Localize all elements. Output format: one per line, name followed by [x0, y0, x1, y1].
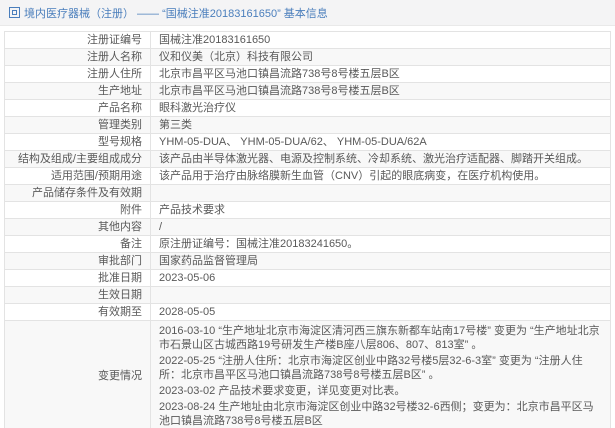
row-label: 适用范围/预期用途 — [4, 167, 151, 185]
row-value: 北京市昌平区马池口镇昌流路738号8号楼五层B区 — [150, 65, 611, 83]
change-history-line: 2016-03-10 “生产地址北京市海淀区清河西三旗东新都车站南17号楼” 变… — [159, 325, 600, 351]
row-label: 其他内容 — [4, 218, 151, 236]
row-label: 备注 — [4, 235, 151, 253]
table-row: 型号规格 YHM-05-DUA、 YHM-05-DUA/62、 YHM-05-D… — [4, 133, 611, 151]
table-row: 附件 产品技术要求 — [4, 201, 611, 219]
row-label: 结构及组成/主要组成成分 — [4, 150, 151, 168]
table-row: 产品名称 眼科激光治疗仪 — [4, 99, 611, 117]
table-row: 产品储存条件及有效期 — [4, 184, 611, 202]
table-row: 注册人住所 北京市昌平区马池口镇昌流路738号8号楼五层B区 — [4, 65, 611, 83]
row-value: 北京市昌平区马池口镇昌流路738号8号楼五层B区 — [150, 82, 611, 100]
row-label: 变更情况 — [4, 320, 151, 428]
title-bar: 境内医疗器械（注册） —— “国械注准20183161650” 基本信息 — [0, 0, 615, 26]
row-value: 原注册证编号：国械注准20183241650。 — [150, 235, 611, 253]
table-row: 注册证编号 国械注准20183161650 — [4, 31, 611, 49]
row-value: 该产品由半导体激光器、电源及控制系统、冷却系统、激光治疗适配器、脚踏开关组成。 — [150, 150, 611, 168]
row-label: 产品名称 — [4, 99, 151, 117]
table-row: 适用范围/预期用途 该产品用于治疗由脉络膜新生血管（CNV）引起的眼底病变，在医… — [4, 167, 611, 185]
row-value: 2028-05-05 — [150, 303, 611, 321]
row-label: 有效期至 — [4, 303, 151, 321]
row-value: 国家药品监督管理局 — [150, 252, 611, 270]
table-row: 生产地址 北京市昌平区马池口镇昌流路738号8号楼五层B区 — [4, 82, 611, 100]
row-value: YHM-05-DUA、 YHM-05-DUA/62、 YHM-05-DUA/62… — [150, 133, 611, 151]
row-label: 注册证编号 — [4, 31, 151, 49]
row-label: 注册人住所 — [4, 65, 151, 83]
row-value: 眼科激光治疗仪 — [150, 99, 611, 117]
table-row: 审批部门 国家药品监督管理局 — [4, 252, 611, 270]
table-row: 生效日期 — [4, 286, 611, 304]
row-value — [150, 286, 611, 304]
table-row: 批准日期 2023-05-06 — [4, 269, 611, 287]
change-history-line: 2023-08-24 生产地址由北京市海淀区创业中路32号楼32-6西侧；变更为… — [159, 401, 594, 427]
row-label: 批准日期 — [4, 269, 151, 287]
row-label: 产品储存条件及有效期 — [4, 184, 151, 202]
nested-square-icon — [9, 7, 20, 18]
table-row: 有效期至 2028-05-05 — [4, 303, 611, 321]
row-value: 2016-03-10 “生产地址北京市海淀区清河西三旗东新都车站南17号楼” 变… — [150, 320, 611, 428]
row-label: 附件 — [4, 201, 151, 219]
change-history-line: 2022-05-25 “注册人住所：北京市海淀区创业中路32号楼5层32-6-3… — [159, 355, 583, 381]
table-row: 管理类别 第三类 — [4, 116, 611, 134]
row-value: / — [150, 218, 611, 236]
row-label: 注册人名称 — [4, 48, 151, 66]
row-label: 生产地址 — [4, 82, 151, 100]
change-history-line: 2023-03-02 产品技术要求变更，详见变更对比表。 — [159, 385, 406, 397]
row-label: 型号规格 — [4, 133, 151, 151]
row-value: 2023-05-06 — [150, 269, 611, 287]
row-value: 仪和仪美（北京）科技有限公司 — [150, 48, 611, 66]
row-value: 该产品用于治疗由脉络膜新生血管（CNV）引起的眼底病变，在医疗机构使用。 — [150, 167, 611, 185]
table-row: 注册人名称 仪和仪美（北京）科技有限公司 — [4, 48, 611, 66]
table-row: 其他内容 / — [4, 218, 611, 236]
table-row-change-history: 变更情况 2016-03-10 “生产地址北京市海淀区清河西三旗东新都车站南17… — [4, 320, 611, 428]
table-row: 备注 原注册证编号：国械注准20183241650。 — [4, 235, 611, 253]
row-label: 生效日期 — [4, 286, 151, 304]
table-row: 结构及组成/主要组成成分 该产品由半导体激光器、电源及控制系统、冷却系统、激光治… — [4, 150, 611, 168]
registration-info-table: 注册证编号 国械注准20183161650 注册人名称 仪和仪美（北京）科技有限… — [4, 31, 611, 428]
page-title: 境内医疗器械（注册） —— “国械注准20183161650” 基本信息 — [24, 7, 328, 20]
row-label: 审批部门 — [4, 252, 151, 270]
row-value: 国械注准20183161650 — [150, 31, 611, 49]
row-label: 管理类别 — [4, 116, 151, 134]
row-value: 第三类 — [150, 116, 611, 134]
row-value: 产品技术要求 — [150, 201, 611, 219]
row-value — [150, 184, 611, 202]
